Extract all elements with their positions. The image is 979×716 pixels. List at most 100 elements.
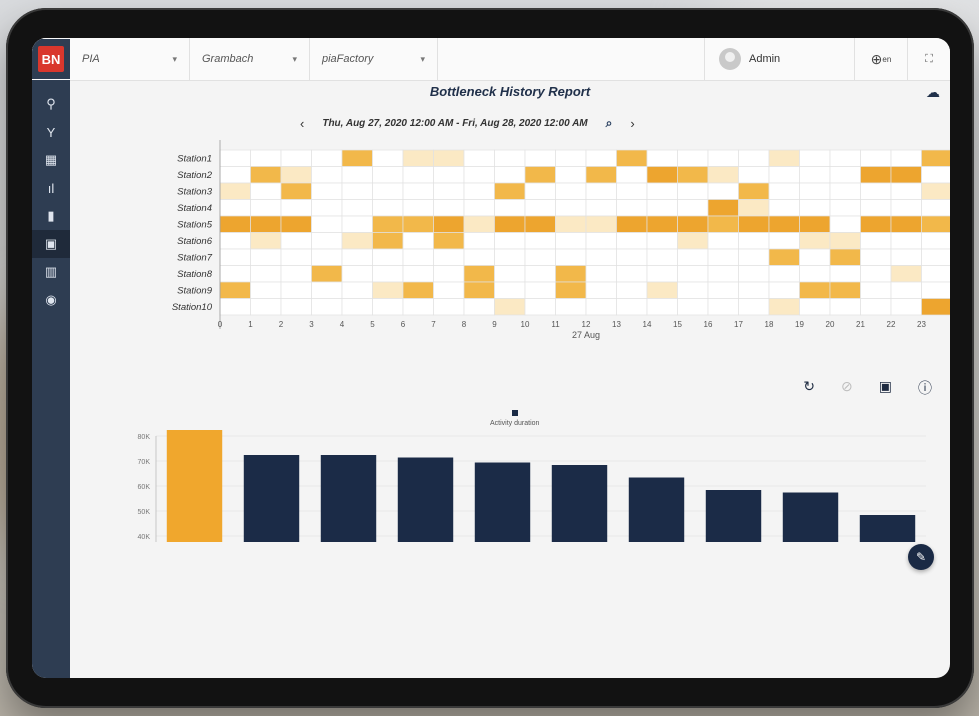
heatmap-cell[interactable] [311, 199, 343, 217]
info-icon[interactable]: ⓘ [918, 378, 932, 398]
grid-table-icon[interactable]: ▦ [32, 146, 70, 174]
heatmap-cell[interactable] [433, 281, 465, 299]
heatmap-cell[interactable] [219, 215, 251, 233]
heatmap-cell[interactable] [463, 166, 495, 184]
heatmap-cell[interactable] [311, 265, 343, 283]
heatmap-cell[interactable] [280, 232, 312, 250]
heatmap-cell[interactable] [402, 298, 434, 316]
heatmap-cell[interactable] [250, 166, 282, 184]
heatmap-cell[interactable] [707, 166, 739, 184]
heatmap-cell[interactable] [738, 265, 770, 283]
heatmap-cell[interactable] [646, 248, 678, 266]
heatmap-cell[interactable] [890, 149, 922, 167]
heatmap-cell[interactable] [372, 199, 404, 217]
heatmap-cell[interactable] [280, 215, 312, 233]
heatmap-cell[interactable] [890, 215, 922, 233]
heatmap-cell[interactable] [402, 248, 434, 266]
heatmap-cell[interactable] [555, 265, 587, 283]
heatmap-cell[interactable] [860, 281, 892, 299]
heatmap-cell[interactable] [219, 232, 251, 250]
heatmap-cell[interactable] [311, 298, 343, 316]
heatmap-cell[interactable] [524, 281, 556, 299]
fullscreen-icon[interactable]: ⛶ [908, 38, 950, 80]
heatmap-cell[interactable] [646, 281, 678, 299]
heatmap-cell[interactable] [433, 265, 465, 283]
heatmap-cell[interactable] [250, 215, 282, 233]
heatmap-cell[interactable] [646, 232, 678, 250]
heatmap-cell[interactable] [860, 182, 892, 200]
heatmap-cell[interactable] [372, 265, 404, 283]
heatmap-cell[interactable] [860, 248, 892, 266]
heatmap-cell[interactable] [677, 215, 709, 233]
heatmap-cell[interactable] [646, 199, 678, 217]
heatmap-cell[interactable] [799, 182, 831, 200]
heatmap-cell[interactable] [524, 166, 556, 184]
heatmap-cell[interactable] [799, 199, 831, 217]
heatmap-cell[interactable] [311, 281, 343, 299]
heatmap-cell[interactable] [463, 248, 495, 266]
heatmap-cell[interactable] [768, 199, 800, 217]
heatmap-cell[interactable] [494, 232, 526, 250]
plant-select[interactable]: Grambach ▾ [190, 38, 310, 80]
heatmap-cell[interactable] [585, 215, 617, 233]
heatmap-cell[interactable] [433, 166, 465, 184]
heatmap-cell[interactable] [921, 281, 951, 299]
heatmap-cell[interactable] [524, 199, 556, 217]
heatmap-cell[interactable] [555, 281, 587, 299]
heatmap-cell[interactable] [311, 149, 343, 167]
heatmap-cell[interactable] [372, 281, 404, 299]
heatmap-cell[interactable] [799, 232, 831, 250]
heatmap-cell[interactable] [768, 265, 800, 283]
heatmap-cell[interactable] [707, 215, 739, 233]
language-switch[interactable]: ⊕ en [855, 38, 908, 80]
heatmap-cell[interactable] [341, 166, 373, 184]
heatmap-cell[interactable] [799, 281, 831, 299]
heatmap-cell[interactable] [890, 265, 922, 283]
heatmap-cell[interactable] [921, 215, 951, 233]
location-pin-icon[interactable]: ⚲ [32, 90, 70, 118]
heatmap-cell[interactable] [463, 281, 495, 299]
heatmap-cell[interactable] [219, 265, 251, 283]
heatmap-cell[interactable] [646, 298, 678, 316]
bar[interactable] [782, 492, 839, 543]
bar[interactable] [859, 515, 916, 542]
heatmap-cell[interactable] [524, 265, 556, 283]
heatmap-cell[interactable] [860, 215, 892, 233]
heatmap-cell[interactable] [585, 149, 617, 167]
edit-fab-button[interactable]: ✎ [908, 544, 934, 570]
heatmap-cell[interactable] [829, 199, 861, 217]
heatmap-cell[interactable] [311, 182, 343, 200]
heatmap-cell[interactable] [890, 182, 922, 200]
download-icon[interactable]: ▣ [879, 378, 892, 398]
bar-chart-icon[interactable]: ıl [32, 174, 70, 202]
heatmap-cell[interactable] [433, 232, 465, 250]
heatmap-cell[interactable] [250, 248, 282, 266]
heatmap-cell[interactable] [555, 149, 587, 167]
heatmap-cell[interactable] [250, 298, 282, 316]
heatmap-cell[interactable] [433, 248, 465, 266]
heatmap-cell[interactable] [250, 199, 282, 217]
company-select[interactable]: PIA ▾ [70, 38, 190, 80]
heatmap-cell[interactable] [555, 215, 587, 233]
heatmap-cell[interactable] [524, 232, 556, 250]
heatmap-cell[interactable] [616, 232, 648, 250]
bar[interactable] [320, 455, 377, 542]
heatmap-cell[interactable] [280, 166, 312, 184]
heatmap-cell[interactable] [677, 149, 709, 167]
heatmap-cell[interactable] [646, 265, 678, 283]
heatmap-cell[interactable] [433, 182, 465, 200]
heatmap-cell[interactable] [585, 248, 617, 266]
heatmap-cell[interactable] [707, 182, 739, 200]
heatmap-cell[interactable] [890, 281, 922, 299]
heatmap-cell[interactable] [768, 248, 800, 266]
heatmap-cell[interactable] [738, 232, 770, 250]
heatmap-cell[interactable] [585, 265, 617, 283]
heatmap-cell[interactable] [921, 166, 951, 184]
heatmap-cell[interactable] [555, 232, 587, 250]
heatmap-cell[interactable] [524, 215, 556, 233]
heatmap-cell[interactable] [555, 248, 587, 266]
heatmap-cell[interactable] [494, 182, 526, 200]
heatmap-cell[interactable] [890, 232, 922, 250]
heatmap-cell[interactable] [829, 232, 861, 250]
heatmap-cell[interactable] [646, 149, 678, 167]
